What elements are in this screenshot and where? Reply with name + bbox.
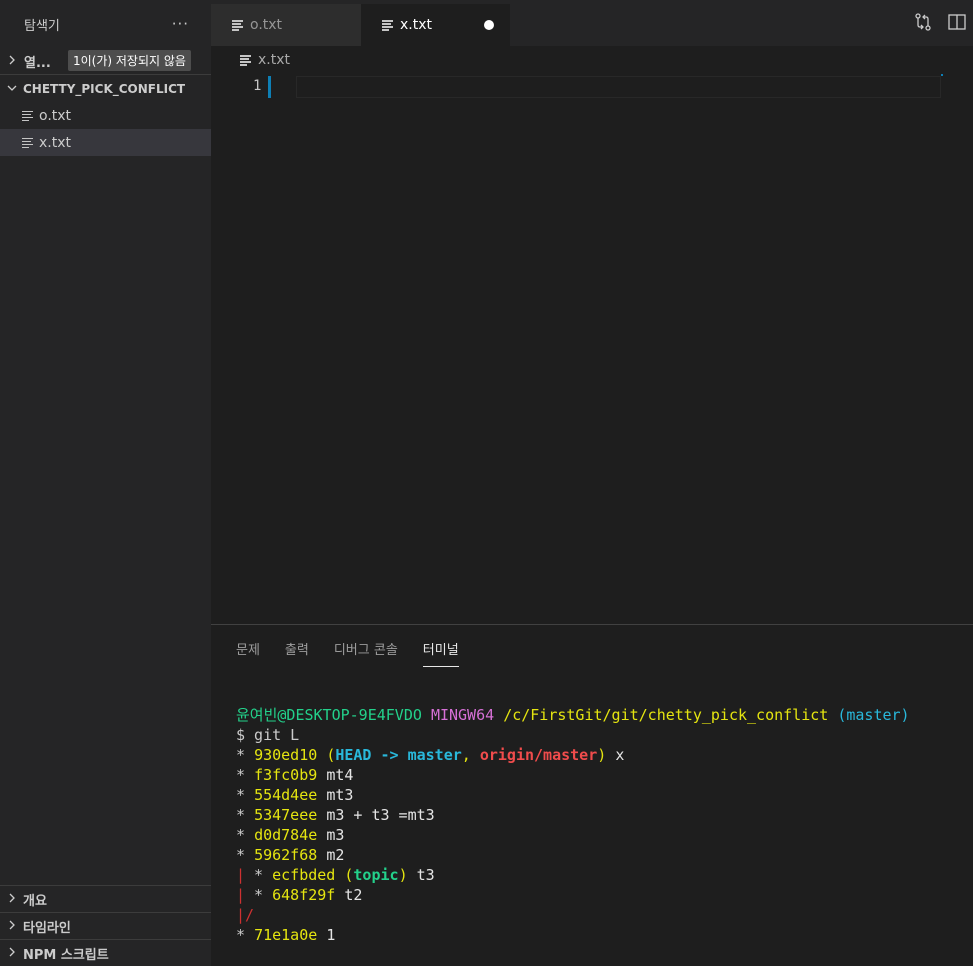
text-file-icon [382,20,393,31]
prompt-branch: (master) [837,706,910,724]
section-label: 개요 [23,893,47,909]
split-editor-icon[interactable] [947,12,967,36]
text-file-icon [22,137,33,148]
prompt-user: 윤여빈@DESKTOP-9E4FVDO [236,706,422,724]
explorer-title: 탐색기 [24,18,60,34]
chevron-right-icon [4,919,20,933]
log-line: * f3fc0b9 mt4 [236,766,354,784]
file-name: x.txt [39,134,71,151]
tab-debug-console[interactable]: 디버그 콘솔 [334,639,398,667]
text-file-icon [240,55,251,66]
text-file-icon [232,20,243,31]
bottom-panel: 문제 출력 디버그 콘솔 터미널 윤여빈@DESKTOP-9E4FVDO MIN… [211,624,973,966]
log-line: * 5347eee m3 + t3 =mt3 [236,806,435,824]
breadcrumb-file[interactable]: x.txt [258,52,290,68]
explorer-sidebar: 탐색기 ··· 열... 1이(가) 저장되지 않음 CHETTY_PICK_C… [0,0,211,966]
minimap-cursor-marker [941,74,943,76]
tab-label: o.txt [250,17,283,33]
code-editor[interactable]: 1 [211,74,973,624]
tab-label: x.txt [400,17,432,33]
log-line: * 554d4ee mt3 [236,786,354,804]
log-line: * 930ed10 (HEAD -> master, origin/master… [236,746,625,764]
tab-output[interactable]: 출력 [285,639,309,667]
section-label: NPM 스크립트 [23,947,109,963]
prompt-env: MINGW64 [430,706,495,724]
folder-name: CHETTY_PICK_CONFLICT [23,81,186,96]
tab-terminal[interactable]: 터미널 [422,639,459,667]
text-caret [268,76,271,98]
file-name: o.txt [39,107,72,124]
npm-scripts-section[interactable]: NPM 스크립트 [0,939,211,966]
folder-section-header[interactable]: CHETTY_PICK_CONFLICT [0,74,211,102]
breadcrumb[interactable]: x.txt [211,46,973,74]
chevron-right-icon [4,946,20,960]
section-label: 타임라인 [23,920,71,936]
log-line: | * ecfbded (topic) t3 [236,866,435,884]
more-actions-icon[interactable]: ··· [172,15,189,33]
terminal-output[interactable]: 윤여빈@DESKTOP-9E4FVDO MINGW64 /c/FirstGit/… [236,705,910,945]
open-editors-label: 열... [24,55,51,71]
unsaved-dot-icon[interactable] [484,20,494,30]
chevron-right-icon [4,892,20,906]
file-item-o-txt[interactable]: o.txt [0,102,211,129]
file-item-x-txt[interactable]: x.txt [0,129,211,156]
prompt-path: /c/FirstGit/git/chetty_pick_conflict [503,706,829,724]
explorer-header: 탐색기 ··· [0,0,211,48]
log-line: * 5962f68 m2 [236,846,345,864]
editor-actions [913,12,973,36]
current-line-highlight [296,76,941,98]
line-number: 1 [253,78,262,94]
tab-x-txt[interactable]: x.txt [361,4,510,46]
compare-changes-icon[interactable] [913,12,933,36]
log-line: * d0d784e m3 [236,826,345,844]
terminal-prompt-line: 윤여빈@DESKTOP-9E4FVDO MINGW64 /c/FirstGit/… [236,705,910,725]
log-line: |/ [236,906,255,924]
terminal-command: $ git L [236,726,300,744]
unsaved-badge: 1이(가) 저장되지 않음 [68,50,191,71]
tab-problems[interactable]: 문제 [236,639,260,667]
sidebar-bottom-sections: 개요 타임라인 NPM 스크립트 [0,885,211,966]
panel-tabs: 문제 출력 디버그 콘솔 터미널 [236,639,484,667]
chevron-down-icon [4,82,20,96]
text-file-icon [22,110,33,121]
log-line: * 71e1a0e 1 [236,926,336,944]
timeline-section[interactable]: 타임라인 [0,912,211,939]
open-editors-section[interactable]: 열... 1이(가) 저장되지 않음 [0,48,211,74]
editor-tab-bar: o.txt x.txt [211,0,973,46]
tab-o-txt[interactable]: o.txt [211,4,361,46]
log-line: | * 648f29f t2 [236,886,363,904]
chevron-right-icon [4,54,20,68]
outline-section[interactable]: 개요 [0,885,211,912]
